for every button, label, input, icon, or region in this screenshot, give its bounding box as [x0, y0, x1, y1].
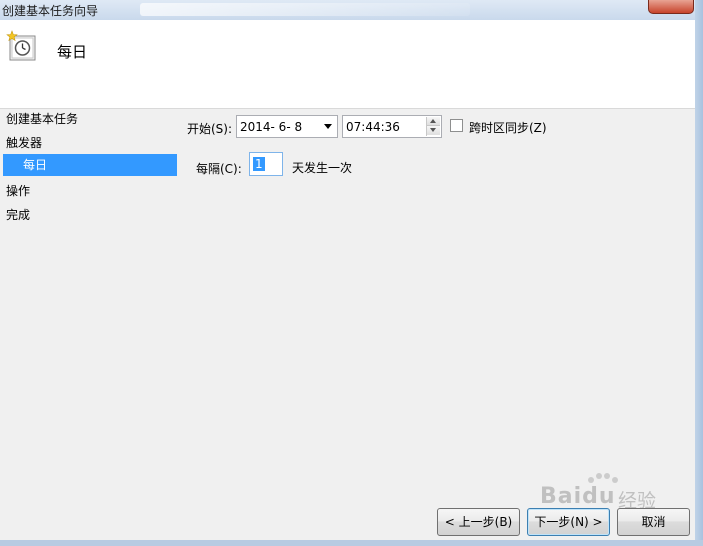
task-clock-icon [6, 30, 38, 62]
sidebar-item-create-basic-task: 创建基本任务 [6, 112, 79, 126]
recur-suffix-label: 天发生一次 [292, 161, 353, 175]
cancel-button[interactable]: 取消 [617, 508, 690, 536]
page-title: 每日 [57, 43, 88, 61]
start-time-input[interactable]: 07:44:36 [342, 115, 442, 138]
sidebar-item-finish: 完成 [6, 208, 31, 222]
back-button[interactable]: < 上一步(B) [437, 508, 520, 536]
sidebar-item-daily: 每日 [3, 154, 177, 176]
watermark-text: Baidu [540, 484, 616, 509]
title-bar: 创建基本任务向导 [0, 0, 703, 20]
next-button[interactable]: 下一步(N) > [527, 508, 610, 536]
sidebar-item-action: 操作 [6, 184, 31, 198]
time-spinner[interactable] [426, 117, 440, 136]
start-date-picker[interactable]: 2014- 6- 8 [236, 115, 338, 138]
window-close-button[interactable] [648, 0, 694, 14]
spin-up-icon[interactable] [427, 117, 440, 126]
sidebar-item-trigger: 触发器 [6, 136, 43, 150]
start-date-value: 2014- 6- 8 [240, 120, 303, 134]
start-label: 开始(S): [187, 122, 233, 136]
recur-days-value: 1 [253, 157, 265, 171]
dropdown-arrow-icon[interactable] [324, 124, 332, 129]
start-time-value: 07:44:36 [346, 120, 400, 134]
sync-timezone-label[interactable]: 跨时区同步(Z) [469, 119, 547, 136]
window-title: 创建基本任务向导 [2, 4, 99, 18]
recur-days-input[interactable]: 1 [249, 152, 283, 176]
spin-down-icon[interactable] [427, 126, 440, 135]
sync-timezone-checkbox[interactable] [450, 119, 463, 132]
window-frame-right [695, 0, 703, 546]
recur-label: 每隔(C): [196, 162, 242, 176]
wizard-header: 每日 [0, 20, 695, 109]
title-bar-glass [140, 3, 470, 16]
window-frame-bottom [0, 540, 703, 546]
